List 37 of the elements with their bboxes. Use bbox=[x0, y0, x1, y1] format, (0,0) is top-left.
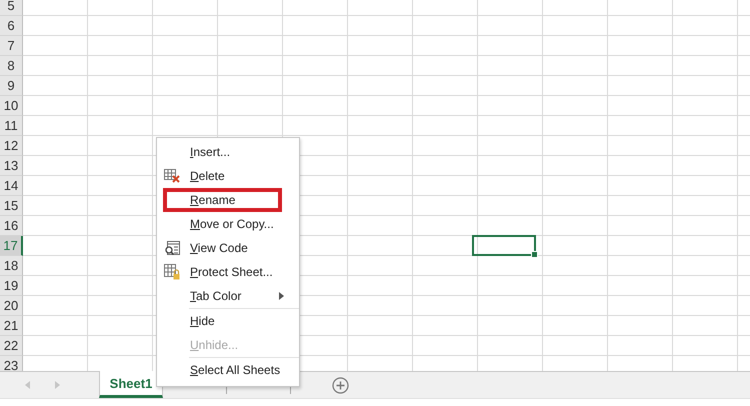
menu-item[interactable]: View Code bbox=[188, 241, 248, 255]
row-header[interactable]: 8 bbox=[0, 56, 23, 76]
row-header[interactable]: 19 bbox=[0, 276, 23, 296]
row-header[interactable]: 20 bbox=[0, 296, 23, 316]
row-header[interactable]: 14 bbox=[0, 176, 23, 196]
row-header[interactable]: 9 bbox=[0, 76, 23, 96]
menu-item[interactable]: Move or Copy... bbox=[188, 217, 274, 231]
row-header[interactable]: 15 bbox=[0, 196, 23, 216]
row-header[interactable]: 18 bbox=[0, 256, 23, 276]
menu-item[interactable]: Tab Color bbox=[188, 289, 242, 303]
submenu-arrow-icon bbox=[279, 292, 284, 300]
grid-delete-icon bbox=[164, 168, 181, 184]
row-header[interactable]: 12 bbox=[0, 136, 23, 156]
menu-item[interactable]: Protect Sheet... bbox=[188, 265, 273, 279]
window-search-icon bbox=[164, 240, 181, 256]
row-header[interactable]: 21 bbox=[0, 316, 23, 336]
menu-item[interactable]: Hide bbox=[188, 314, 215, 328]
row-header[interactable]: 23 bbox=[0, 356, 23, 371]
sheet-tab[interactable]: Sheet1 bbox=[99, 371, 163, 398]
row-header[interactable]: 13 bbox=[0, 156, 23, 176]
grid-lock-icon bbox=[164, 264, 181, 280]
menu-item[interactable]: Insert... bbox=[188, 145, 230, 159]
row-header[interactable]: 7 bbox=[0, 36, 23, 56]
menu-item[interactable]: Select All Sheets bbox=[188, 363, 280, 377]
row-header[interactable]: 11 bbox=[0, 116, 23, 136]
row-header[interactable]: 17 bbox=[0, 236, 23, 256]
row-header[interactable]: 22 bbox=[0, 336, 23, 356]
row-header[interactable]: 5 bbox=[0, 0, 23, 16]
menu-item[interactable]: Delete bbox=[188, 169, 225, 183]
scroll-left-icon[interactable] bbox=[25, 381, 30, 389]
scroll-right-icon[interactable] bbox=[55, 381, 60, 389]
add-sheet-icon[interactable] bbox=[332, 376, 349, 394]
row-header[interactable]: 6 bbox=[0, 16, 23, 36]
row-header[interactable]: 16 bbox=[0, 216, 23, 236]
row-header[interactable]: 10 bbox=[0, 96, 23, 116]
menu-item[interactable]: Rename bbox=[188, 193, 236, 207]
active-cell bbox=[472, 235, 536, 256]
